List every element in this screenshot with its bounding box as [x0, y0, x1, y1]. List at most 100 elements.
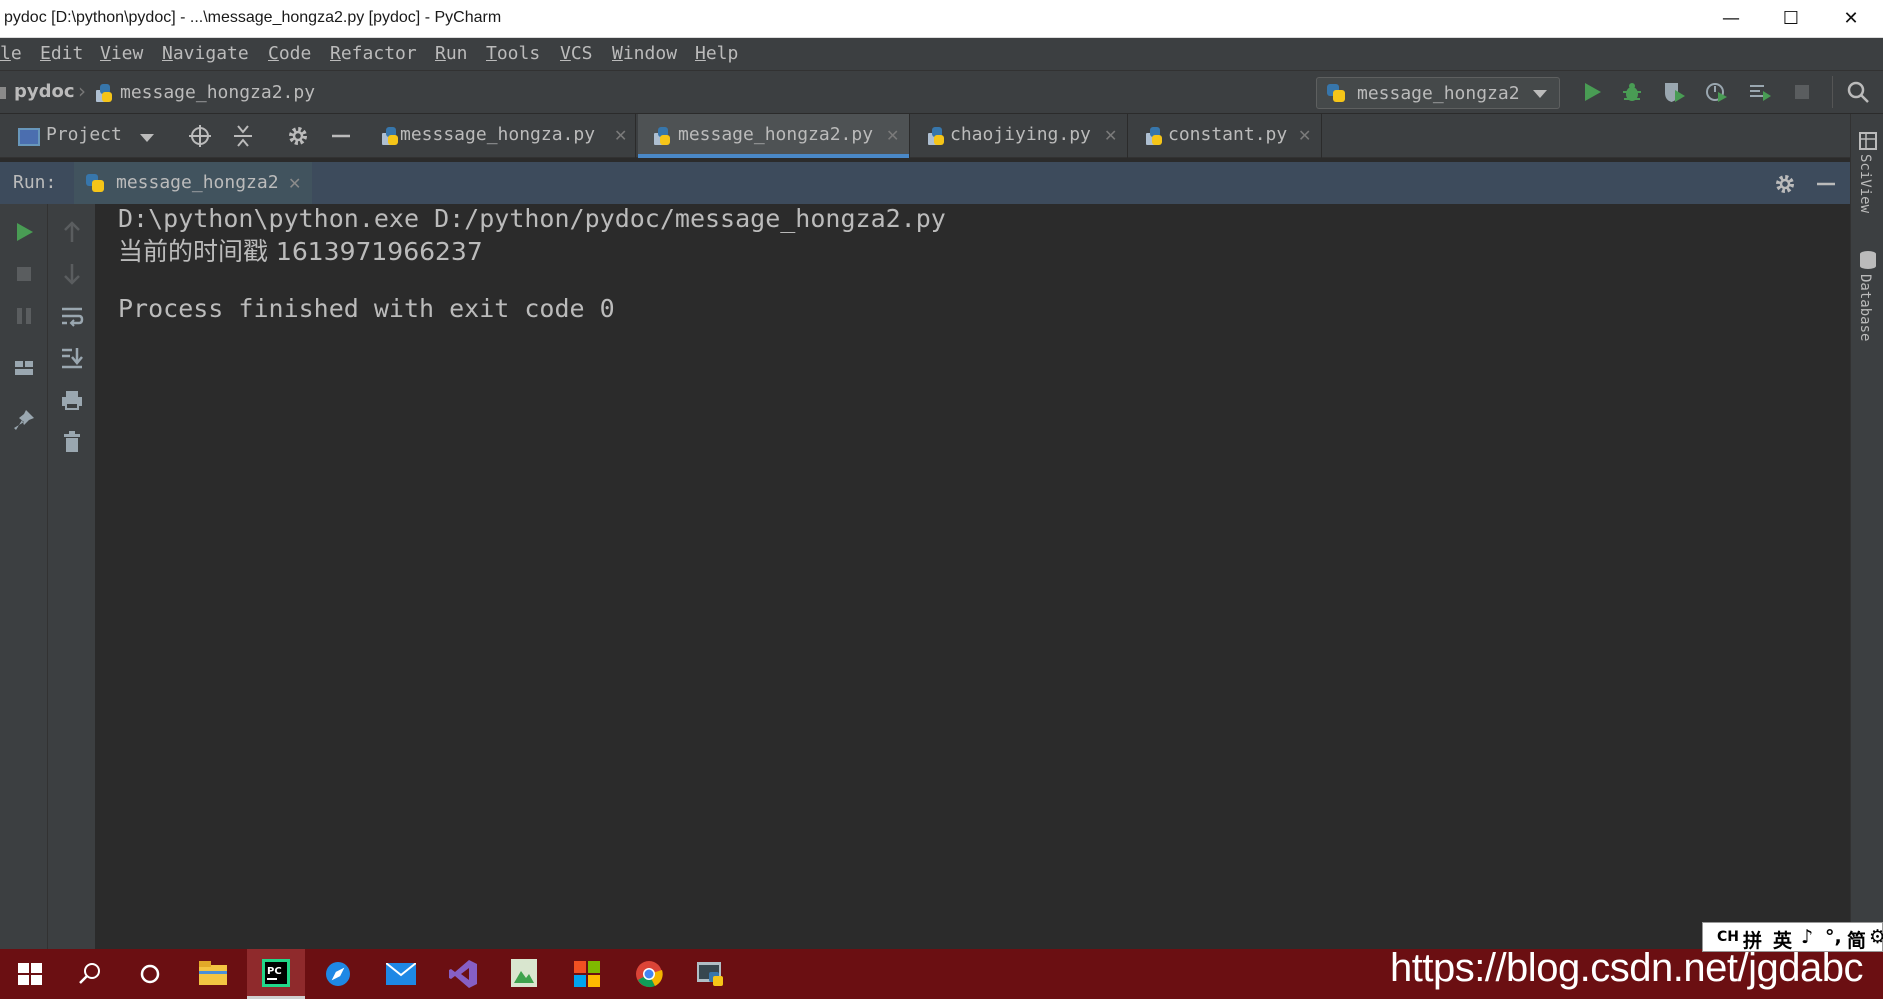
ime-punctuation[interactable]: °,: [1825, 926, 1842, 948]
ime-settings-icon[interactable]: ⚙: [1869, 926, 1883, 948]
run-console-output[interactable]: D:\python\python.exe D:/python/pydoc/mes…: [96, 204, 1850, 949]
svg-text:PC: PC: [267, 966, 282, 977]
editor-tab-row: Project messsage_hongza.py ✕ message_hon…: [0, 114, 1850, 158]
breadcrumb-file[interactable]: message_hongza2.py: [120, 82, 315, 103]
tab-label: constant.py: [1168, 124, 1288, 145]
menu-view[interactable]: View: [100, 38, 143, 70]
locate-file-icon[interactable]: [188, 124, 212, 148]
profile-icon[interactable]: [1704, 80, 1728, 104]
image-editor-icon: [511, 959, 537, 987]
concurrency-diagram-icon[interactable]: [1748, 80, 1772, 104]
menu-run[interactable]: Run: [435, 38, 468, 70]
tab-message-hongza2[interactable]: message_hongza2.py ✕: [638, 114, 910, 158]
office-app[interactable]: [558, 949, 616, 999]
run-label: Run:: [13, 172, 57, 193]
hide-icon[interactable]: [329, 124, 353, 148]
browser-app[interactable]: [310, 949, 368, 999]
gear-icon[interactable]: [286, 124, 310, 148]
watermark-url: https://blog.csdn.net/jgdabc: [1390, 946, 1864, 990]
close-window-button[interactable]: ✕: [1822, 0, 1880, 38]
up-arrow-icon[interactable]: [60, 220, 84, 244]
menu-window[interactable]: Window: [612, 38, 677, 70]
minimize-button[interactable]: —: [1702, 0, 1760, 38]
menu-file[interactable]: le: [0, 38, 22, 70]
run-tab-message-hongza2[interactable]: message_hongza2 ✕: [74, 162, 312, 204]
pin-icon[interactable]: [12, 408, 36, 432]
run-icon[interactable]: [1580, 80, 1604, 104]
toolbar-divider: [1832, 76, 1833, 108]
project-label: Project: [46, 124, 122, 145]
pause-icon[interactable]: [12, 304, 36, 328]
gear-icon[interactable]: [1773, 172, 1797, 196]
breadcrumb-project[interactable]: pydoc: [14, 81, 75, 102]
search-icon[interactable]: [78, 961, 102, 985]
office-icon: [574, 961, 600, 987]
stop-icon[interactable]: [12, 262, 36, 286]
window-title-bar: pydoc [D:\python\pydoc] - ...\message_ho…: [0, 0, 1883, 38]
image-editor-app[interactable]: [496, 949, 554, 999]
mail-app[interactable]: [372, 949, 430, 999]
python-file-icon: [94, 84, 112, 102]
tab-label: message_hongza2.py: [678, 124, 874, 145]
close-tab-icon[interactable]: ✕: [886, 126, 899, 145]
compass-icon: [326, 962, 350, 986]
python-idle-app[interactable]: [682, 949, 740, 999]
menu-vcs[interactable]: VCS: [560, 38, 593, 70]
task-view-icon[interactable]: [138, 962, 162, 986]
down-arrow-icon[interactable]: [60, 262, 84, 286]
sciview-tool-button[interactable]: SciView: [1857, 154, 1873, 213]
collapse-all-icon[interactable]: [231, 124, 255, 148]
search-everywhere-icon[interactable]: [1846, 80, 1870, 104]
chevron-down-icon: [1533, 90, 1547, 98]
database-tool-button[interactable]: Database: [1857, 274, 1873, 341]
ime-moon-icon[interactable]: ♪: [1801, 926, 1813, 948]
scroll-to-end-icon[interactable]: [60, 346, 84, 370]
stop-icon[interactable]: [1790, 80, 1814, 104]
menu-bar: le Edit View Navigate Code Refactor Run …: [0, 38, 1883, 70]
menu-help[interactable]: Help: [695, 38, 738, 70]
chrome-icon: [636, 961, 663, 988]
menu-edit[interactable]: Edit: [40, 38, 83, 70]
menu-refactor[interactable]: Refactor: [330, 38, 417, 70]
tab-label: messsage_hongza.py: [400, 124, 596, 145]
visual-studio-icon: [449, 960, 477, 988]
menu-navigate[interactable]: Navigate: [162, 38, 249, 70]
hide-icon[interactable]: [1814, 172, 1838, 196]
run-configuration-select[interactable]: message_hongza2: [1316, 77, 1560, 109]
soft-wrap-icon[interactable]: [60, 304, 84, 328]
close-tab-icon[interactable]: ✕: [288, 174, 301, 193]
tab-messsage-hongza[interactable]: messsage_hongza.py ✕: [374, 114, 636, 158]
menu-tools[interactable]: Tools: [486, 38, 540, 70]
debug-icon[interactable]: [1620, 80, 1644, 104]
run-configuration-label: message_hongza2: [1357, 83, 1520, 104]
breadcrumb-separator-icon: ›: [78, 79, 86, 103]
rerun-icon[interactable]: [12, 220, 36, 244]
restore-layout-icon[interactable]: [12, 356, 36, 380]
maximize-button[interactable]: ☐: [1762, 0, 1820, 38]
file-explorer-app[interactable]: [184, 949, 242, 999]
visual-studio-app[interactable]: [434, 949, 492, 999]
run-tab-label: message_hongza2: [116, 172, 279, 193]
python-icon: [1327, 84, 1345, 102]
ime-chinese-mode[interactable]: CH: [1717, 929, 1739, 945]
close-tab-icon[interactable]: ✕: [1298, 126, 1311, 145]
close-tab-icon[interactable]: ✕: [1104, 126, 1117, 145]
tab-constant[interactable]: constant.py ✕: [1130, 114, 1322, 158]
print-icon[interactable]: [60, 388, 84, 412]
database-icon: [1860, 251, 1876, 269]
run-tool-window-header: Run: message_hongza2 ✕: [0, 162, 1850, 204]
menu-code[interactable]: Code: [268, 38, 311, 70]
python-file-icon: [380, 127, 398, 145]
close-tab-icon[interactable]: ✕: [614, 126, 627, 145]
trash-icon[interactable]: [60, 430, 84, 454]
tab-chaojiying[interactable]: chaojiying.py ✕: [912, 114, 1128, 158]
windows-start-icon[interactable]: [18, 963, 42, 985]
sciview-icon: [1859, 132, 1877, 150]
run-with-coverage-icon[interactable]: [1662, 80, 1686, 104]
python-file-icon: [1144, 127, 1162, 145]
chrome-app[interactable]: [620, 949, 678, 999]
tab-label: chaojiying.py: [950, 124, 1091, 145]
console-timestamp-line: 当前的时间戳 1613971966237: [118, 237, 483, 266]
pycharm-app[interactable]: PC: [247, 949, 305, 999]
console-command-line: D:\python\python.exe D:/python/pydoc/mes…: [118, 204, 946, 233]
